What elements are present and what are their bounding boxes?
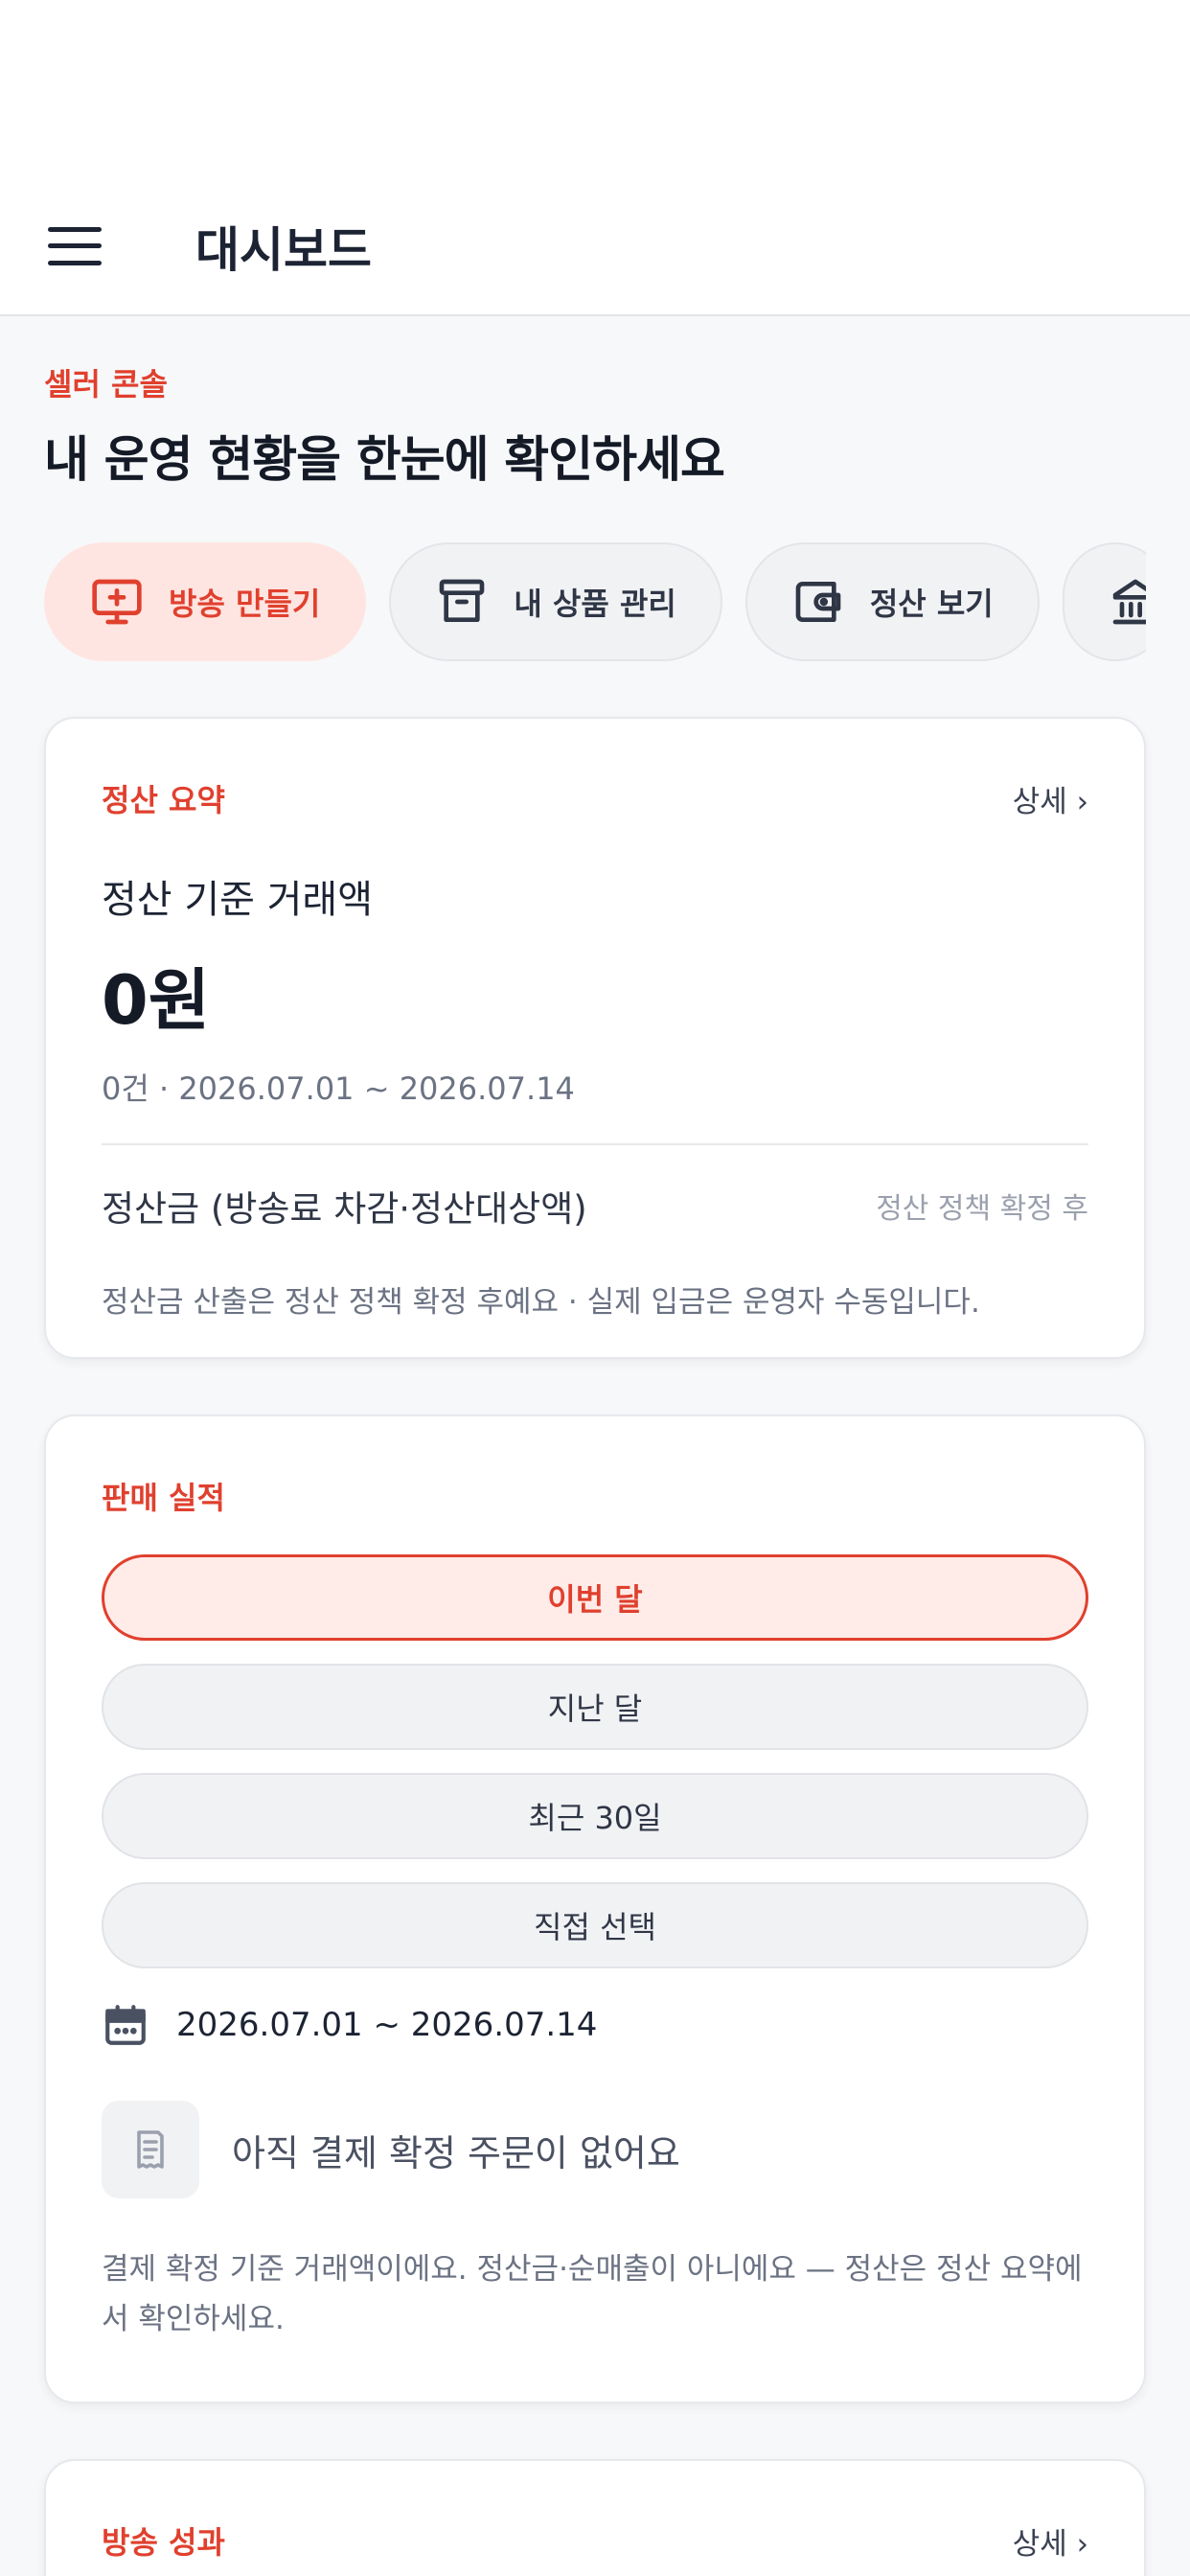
bank-icon [1112, 579, 1146, 625]
dashboard-screen: 대시보드 셀러 콘솔 내 운영 현황을 한눈에 확인하세요 방송 만들기 내 상… [0, 0, 1190, 2576]
divider [102, 1143, 1088, 1145]
main-content: 셀러 콘솔 내 운영 현황을 한눈에 확인하세요 방송 만들기 내 상품 관리 … [0, 360, 1190, 2576]
settlement-meta: 0건 · 2026.07.01 ~ 2026.07.14 [102, 1070, 575, 1107]
payout-label: 정산금 (방송료 차감·정산대상액) [102, 1188, 587, 1230]
settlement-detail-link[interactable]: 상세 › [1013, 777, 1088, 820]
menu-icon[interactable] [48, 226, 102, 265]
broadcast-card-label: 방송 성과 [102, 2524, 225, 2561]
period-this-month-button[interactable]: 이번 달 [102, 1554, 1088, 1641]
archive-box-icon [440, 579, 485, 622]
hero-title: 내 운영 현황을 한눈에 확인하세요 [44, 432, 725, 489]
view-settlement-button[interactable]: 정산 보기 [744, 542, 1040, 661]
manage-products-button[interactable]: 내 상품 관리 [389, 542, 722, 661]
period-selector: 이번 달 지난 달 최근 30일 직접 선택 [102, 1554, 1088, 1968]
period-custom-button[interactable]: 직접 선택 [102, 1882, 1088, 1968]
calendar-icon [105, 2005, 146, 2045]
sales-note: 결제 확정 기준 거래액이에요. 정산금·순매출이 아니에요 — 정산은 정산 … [102, 2252, 1083, 2336]
view-settlement-label: 정산 보기 [869, 586, 994, 622]
sales-date-range: 2026.07.01 ~ 2026.07.14 [176, 2006, 598, 2044]
period-last-30-days-button[interactable]: 최근 30일 [102, 1773, 1088, 1859]
status-bar-area [0, 0, 1190, 177]
create-broadcast-label: 방송 만들기 [169, 586, 321, 622]
sales-empty-text: 아직 결제 확정 주문이 없어요 [232, 2131, 680, 2174]
payout-status: 정산 정책 확정 후 [876, 1192, 1088, 1226]
broadcast-detail-link[interactable]: 상세 › [1013, 2519, 1088, 2563]
settlement-amount: 0원 [102, 961, 211, 1040]
settlement-summary-card: 정산 요약 상세 › 정산 기준 거래액 0원 0건 · 2026.07.01 … [44, 717, 1146, 1359]
sales-performance-card: 판매 실적 이번 달 지난 달 최근 30일 직접 선택 2026.07.01 … [44, 1414, 1146, 2404]
settlement-subtitle: 정산 기준 거래액 [102, 878, 374, 922]
app-header: 대시보드 [0, 177, 1190, 316]
bank-account-button[interactable] [1062, 542, 1146, 661]
wallet-icon [795, 582, 841, 622]
sales-card-label: 판매 실적 [102, 1480, 225, 1516]
broadcast-add-icon [92, 579, 142, 625]
hero-eyebrow: 셀러 콘솔 [44, 366, 168, 402]
manage-products-label: 내 상품 관리 [514, 586, 676, 622]
settlement-note: 정산금 산출은 정산 정책 확정 후예요 · 실제 입금은 운영자 수동입니다. [102, 1285, 980, 1320]
broadcast-performance-card: 방송 성과 상세 › [44, 2459, 1146, 2576]
page-title: 대시보드 [195, 221, 372, 278]
create-broadcast-button[interactable]: 방송 만들기 [44, 542, 367, 661]
quick-action-chips: 방송 만들기 내 상품 관리 정산 보기 [44, 542, 1146, 661]
settlement-card-label: 정산 요약 [102, 782, 225, 818]
receipt-icon [102, 2101, 199, 2198]
period-last-month-button[interactable]: 지난 달 [102, 1664, 1088, 1750]
